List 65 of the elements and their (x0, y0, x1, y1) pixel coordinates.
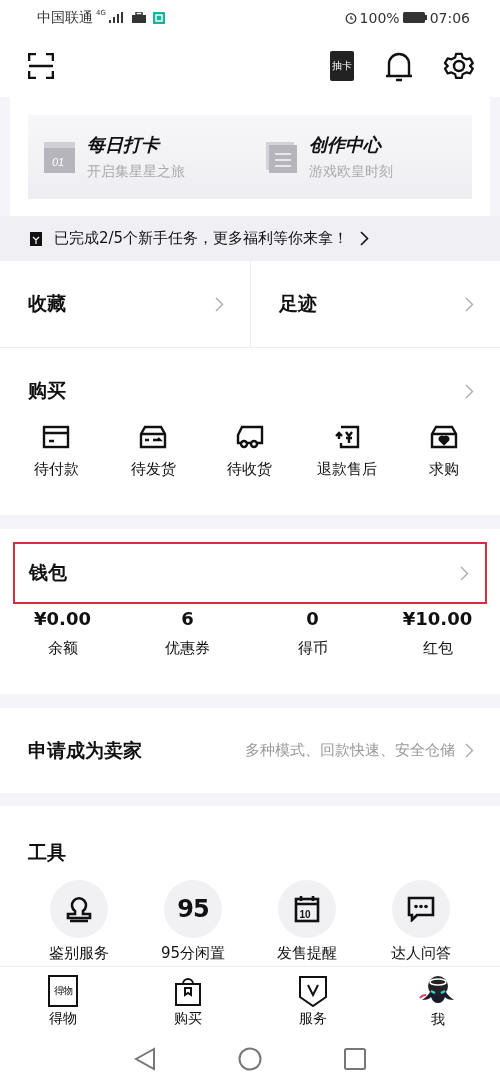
calendar-icon: 01 (44, 141, 75, 173)
wallet-value[interactable]: ¥0.00 (34, 608, 91, 629)
settings-icon[interactable] (444, 51, 474, 81)
chevron-right-icon (465, 296, 474, 312)
card-title[interactable]: 每日打卡 (87, 133, 185, 157)
wallet-value[interactable]: ¥10.00 (402, 608, 473, 629)
chevron-right-icon (465, 743, 474, 758)
card-subtitle: 开启集星星之旅 (87, 163, 185, 181)
wallet-header[interactable]: 钱包 (13, 542, 487, 604)
shield-icon (297, 974, 328, 1007)
back-icon[interactable] (134, 1047, 156, 1071)
clock-time: 07:06 (429, 9, 470, 26)
calendar-icon[interactable]: 10 (278, 880, 336, 938)
card-icon[interactable] (42, 424, 71, 450)
chevron-right-icon (214, 296, 224, 312)
section-title: 购买 (28, 378, 66, 403)
home-icon[interactable] (238, 1047, 262, 1071)
section-title: 工具 (28, 840, 67, 865)
recents-icon[interactable] (344, 1048, 366, 1070)
wallet-value[interactable]: 0 (306, 608, 319, 629)
number-icon[interactable]: 95 (164, 880, 222, 938)
chevron-right-icon (360, 231, 370, 246)
app-icon (152, 11, 165, 24)
seller-subtitle: 多种模式、回款快速、安全仓储 (245, 741, 455, 760)
battery-percent: 100% (359, 9, 400, 26)
heart-box-icon[interactable] (429, 424, 458, 450)
quick-link[interactable]: 收藏 (0, 261, 250, 347)
order-label[interactable]: 求购 (428, 460, 459, 479)
seller-title: 申请成为卖家 (28, 737, 142, 763)
card-subtitle: 游戏欧皇时刻 (309, 163, 393, 181)
tool-label[interactable]: 95分闲置 (160, 944, 226, 963)
order-label[interactable]: 待发货 (130, 460, 176, 479)
chevron-right-icon (460, 565, 469, 581)
wallet-label: 得币 (297, 639, 328, 658)
seller-row[interactable]: 申请成为卖家 多种模式、回款快速、安全仓储 (0, 708, 500, 793)
task-banner[interactable]: 已完成2/5个新手任务，更多福利等你来拿！ (0, 216, 500, 261)
carrier-name: 中国联通 (37, 8, 93, 27)
battery-icon (402, 12, 427, 23)
bell-icon[interactable] (384, 50, 414, 82)
box-icon[interactable] (139, 424, 168, 450)
tool-label[interactable]: 鉴别服务 (49, 944, 109, 963)
task-text: 已完成2/5个新手任务，更多福利等你来拿！ (54, 229, 349, 248)
tab-item[interactable]: 购买 (125, 967, 250, 1035)
wallet-label: 余额 (47, 639, 78, 658)
scan-icon[interactable] (28, 53, 54, 79)
order-label[interactable]: 退款售后 (316, 460, 377, 479)
draw-card-button[interactable]: 抽卡 (330, 51, 354, 81)
wallet-label: 红包 (422, 639, 453, 658)
tab-item[interactable]: 得物 得物 (0, 967, 125, 1035)
card-title[interactable]: 创作中心 (309, 133, 393, 157)
order-label[interactable]: 待付款 (33, 460, 79, 479)
signal-icon (108, 12, 123, 23)
order-label[interactable]: 待收货 (227, 460, 273, 479)
wallet-label: 优惠券 (165, 639, 210, 658)
document-icon (266, 141, 297, 173)
quick-link[interactable]: 足迹 (249, 261, 500, 347)
tab-item[interactable]: 我 (375, 967, 500, 1035)
tool-label[interactable]: 发售提醒 (277, 944, 337, 963)
alarm-icon (344, 11, 357, 24)
tab-item[interactable]: 服务 (250, 967, 375, 1035)
truck-icon[interactable] (236, 424, 264, 450)
tool-label[interactable]: 达人问答 (391, 944, 451, 963)
briefcase-icon (131, 12, 146, 23)
gift-icon (30, 231, 42, 246)
wallet-value[interactable]: 6 (181, 608, 194, 629)
